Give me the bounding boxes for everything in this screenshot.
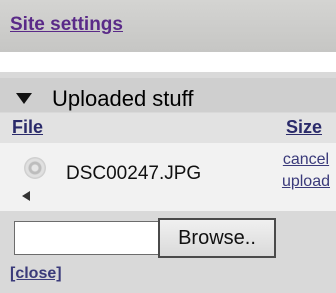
column-headers: File Size: [0, 113, 336, 143]
file-row: DSC00247.JPG cancel upload: [0, 143, 336, 211]
panel-title: Uploaded stuff: [52, 86, 194, 111]
loading-spinner-icon: [24, 157, 46, 179]
triangle-down-icon: [16, 93, 32, 104]
file-picker: Browse..: [0, 218, 336, 258]
panel-header: Uploaded stuff: [0, 78, 336, 112]
size-column-header[interactable]: Size: [286, 117, 322, 138]
file-name: DSC00247.JPG: [66, 163, 202, 184]
arrow-left-icon: [22, 191, 30, 201]
cancel-upload-link[interactable]: cancel upload: [282, 149, 330, 193]
browse-button[interactable]: Browse..: [158, 218, 276, 258]
upload-panel: Uploaded stuff File Size DSC00247.JPG ca…: [0, 72, 336, 293]
close-link[interactable]: [close]: [10, 265, 62, 283]
site-settings-bar: Site settings: [0, 0, 336, 52]
cancel-upload-line1: cancel: [282, 151, 330, 168]
site-settings-link[interactable]: Site settings: [10, 14, 123, 36]
cancel-upload-line2: upload: [281, 173, 330, 190]
collapse-toggle[interactable]: Uploaded stuff: [10, 86, 310, 112]
file-column-header[interactable]: File: [12, 117, 43, 138]
file-path-input[interactable]: [14, 221, 158, 255]
